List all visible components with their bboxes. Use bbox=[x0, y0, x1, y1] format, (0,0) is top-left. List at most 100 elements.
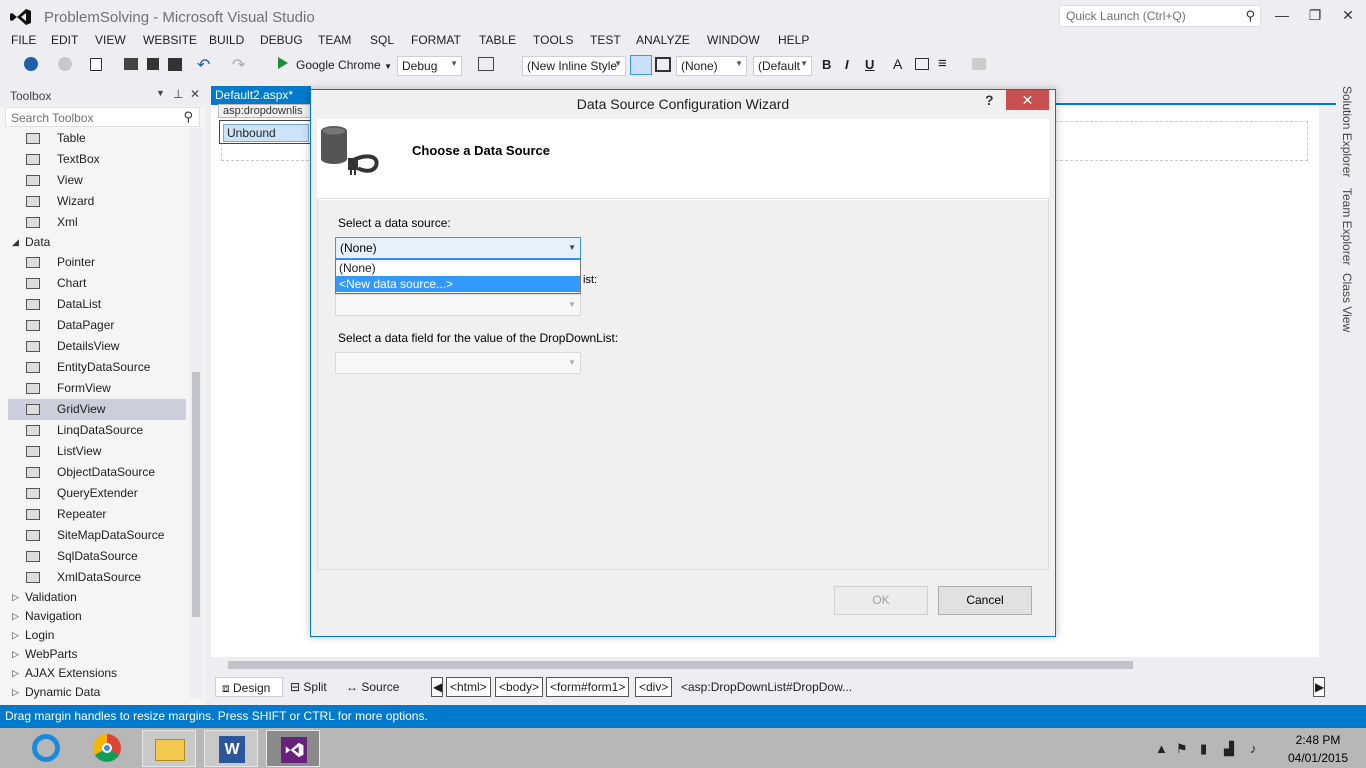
justify-icon[interactable]: ≡ bbox=[938, 55, 947, 72]
ok-button[interactable]: OK bbox=[834, 586, 928, 615]
italic-button[interactable]: I bbox=[845, 57, 849, 72]
toolbox-item-linqdatasource[interactable]: LinqDataSource bbox=[8, 420, 186, 441]
breadcrumb-body[interactable]: <body> bbox=[495, 677, 544, 697]
toolbox-item-view[interactable]: View bbox=[8, 170, 186, 191]
tab-default2-aspx[interactable]: Default2.aspx* bbox=[211, 86, 311, 104]
save-icon[interactable] bbox=[147, 58, 159, 70]
underline-button[interactable]: U bbox=[865, 57, 874, 72]
volume-icon[interactable]: ♪ bbox=[1250, 741, 1257, 756]
help-button[interactable]: ? bbox=[985, 92, 994, 108]
menu-format[interactable]: FORMAT bbox=[411, 33, 461, 47]
toolbox-category-ajax-extensions[interactable]: ▷ AJAX Extensions bbox=[12, 664, 117, 683]
menu-window[interactable]: WINDOW bbox=[707, 33, 760, 47]
editor-vertical-scrollbar[interactable] bbox=[1320, 105, 1334, 657]
class-view-tab[interactable]: Class View bbox=[1340, 273, 1354, 332]
menu-tools[interactable]: TOOLS bbox=[533, 33, 573, 47]
breadcrumb-form[interactable]: <form#form1> bbox=[546, 677, 630, 697]
toolbox-category-validation[interactable]: ▷ Validation bbox=[12, 588, 77, 607]
design-view-button[interactable]: ⧈ Design bbox=[215, 677, 283, 697]
new-project-icon[interactable] bbox=[90, 58, 102, 71]
toolbox-scroll-thumb[interactable] bbox=[192, 372, 200, 617]
menu-website[interactable]: WEBSITE bbox=[143, 33, 197, 47]
toolbox-item-pointer[interactable]: Pointer bbox=[8, 252, 186, 273]
toolbox-item-textbox[interactable]: TextBox bbox=[8, 149, 186, 170]
toolbox-item-xmldatasource[interactable]: XmlDataSource bbox=[8, 567, 186, 588]
menu-team[interactable]: TEAM bbox=[318, 33, 351, 47]
editor-horizontal-thumb[interactable] bbox=[228, 661, 1133, 669]
toolbox-item-xml[interactable]: Xml bbox=[8, 212, 186, 233]
dialog-close-button[interactable]: ✕ bbox=[1006, 90, 1049, 110]
pin-icon[interactable]: ⊥ bbox=[173, 87, 183, 101]
toolbox-item-objectdatasource[interactable]: ObjectDataSource bbox=[8, 462, 186, 483]
breadcrumb-left-arrow[interactable]: ◀ bbox=[431, 677, 443, 697]
word-icon[interactable]: W bbox=[204, 730, 258, 767]
solution-explorer-tab[interactable]: Solution Explorer bbox=[1340, 86, 1354, 177]
minimize-button[interactable]: — bbox=[1265, 4, 1299, 26]
toolbox-item-repeater[interactable]: Repeater bbox=[8, 504, 186, 525]
menu-help[interactable]: HELP bbox=[778, 33, 809, 47]
toolbox-item-entitydatasource[interactable]: EntityDataSource bbox=[8, 357, 186, 378]
breadcrumb-html[interactable]: <html> bbox=[446, 677, 491, 697]
highlight-icon[interactable] bbox=[915, 58, 929, 70]
toolbox-search-input[interactable]: Search Toolbox ⚲ bbox=[5, 107, 200, 127]
visual-aids-icon[interactable] bbox=[630, 55, 652, 75]
configuration-combo[interactable]: Debug ▼ bbox=[397, 56, 462, 76]
toolbox-item-wizard[interactable]: Wizard bbox=[8, 191, 186, 212]
bold-button[interactable]: B bbox=[822, 57, 831, 72]
style-combo[interactable]: (New Inline Style ▼ bbox=[522, 56, 626, 76]
browser-icon[interactable] bbox=[478, 57, 494, 71]
save-all-icon[interactable] bbox=[168, 58, 182, 71]
toolbox-category-dynamic-data[interactable]: ▷ Dynamic Data bbox=[12, 683, 100, 702]
chrome-icon[interactable] bbox=[81, 730, 135, 767]
toolbox-category-data[interactable]: ◢ Data bbox=[12, 233, 50, 252]
show-hidden-icons-icon[interactable]: ▲ bbox=[1155, 741, 1168, 756]
team-explorer-tab[interactable]: Team Explorer bbox=[1340, 188, 1354, 265]
file-explorer-icon[interactable] bbox=[142, 730, 196, 767]
data-source-select[interactable]: (None) ▼ bbox=[335, 237, 581, 259]
menu-test[interactable]: TEST bbox=[590, 33, 621, 47]
toolbox-item-table[interactable]: Table bbox=[8, 128, 186, 149]
menu-debug[interactable]: DEBUG bbox=[260, 33, 303, 47]
start-debug-icon[interactable] bbox=[278, 57, 288, 69]
flag-icon[interactable]: ⚑ bbox=[1176, 741, 1188, 757]
menu-analyze[interactable]: ANALYZE bbox=[636, 33, 690, 47]
quick-launch-input[interactable]: Quick Launch (Ctrl+Q) ⚲ bbox=[1059, 5, 1261, 27]
forward-icon[interactable] bbox=[58, 57, 72, 71]
cancel-button[interactable]: Cancel bbox=[938, 586, 1032, 615]
value-field-select[interactable]: ▼ bbox=[335, 352, 581, 374]
bullets-icon[interactable] bbox=[972, 58, 986, 70]
menu-view[interactable]: VIEW bbox=[95, 33, 126, 47]
close-window-button[interactable]: ✕ bbox=[1331, 4, 1365, 26]
redo-icon[interactable]: ↷ bbox=[232, 55, 245, 75]
internet-explorer-icon[interactable] bbox=[20, 730, 74, 767]
run-target-dropdown[interactable]: Google Chrome ▼ bbox=[296, 58, 392, 72]
font-combo[interactable]: (Default ▼ bbox=[753, 56, 812, 76]
split-view-button[interactable]: ⊟ Split bbox=[284, 677, 333, 697]
system-clock[interactable]: 2:48 PM 04/01/2015 bbox=[1276, 733, 1360, 765]
battery-icon[interactable]: ▮ bbox=[1200, 741, 1207, 757]
toolbox-item-chart[interactable]: Chart bbox=[8, 273, 186, 294]
font-color-icon[interactable]: A bbox=[893, 56, 902, 72]
toolbox-item-sitemapdatasource[interactable]: SiteMapDataSource bbox=[8, 525, 186, 546]
restore-button[interactable]: ❐ bbox=[1298, 4, 1332, 26]
toolbox-item-datapager[interactable]: DataPager bbox=[8, 315, 186, 336]
option-new-data-source[interactable]: <New data source...> bbox=[336, 276, 580, 292]
open-file-icon[interactable] bbox=[124, 58, 138, 70]
dropdownlist-control[interactable]: Unbound bbox=[219, 120, 311, 144]
toolbox-item-listview[interactable]: ListView bbox=[8, 441, 186, 462]
target-rule-combo[interactable]: (None) ▼ bbox=[676, 56, 747, 76]
back-icon[interactable] bbox=[24, 57, 38, 71]
network-icon[interactable]: ▟ bbox=[1224, 741, 1234, 757]
display-field-select[interactable]: ▼ bbox=[335, 294, 581, 316]
toolbox-item-datalist[interactable]: DataList bbox=[8, 294, 186, 315]
position-icon[interactable] bbox=[655, 57, 671, 72]
toolbox-category-login[interactable]: ▷ Login bbox=[12, 626, 54, 645]
toolbox-item-queryextender[interactable]: QueryExtender bbox=[8, 483, 186, 504]
menu-build[interactable]: BUILD bbox=[209, 33, 244, 47]
option-none[interactable]: (None) bbox=[336, 260, 580, 276]
chevron-down-icon[interactable]: ▼ bbox=[156, 88, 165, 98]
menu-sql[interactable]: SQL bbox=[370, 33, 394, 47]
toolbox-category-navigation[interactable]: ▷ Navigation bbox=[12, 607, 82, 626]
breadcrumb-right-arrow[interactable]: ▶ bbox=[1313, 677, 1325, 697]
toolbox-item-detailsview[interactable]: DetailsView bbox=[8, 336, 186, 357]
